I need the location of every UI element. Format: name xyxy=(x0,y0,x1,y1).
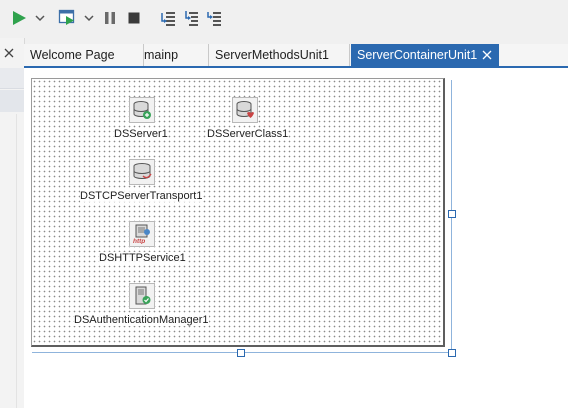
svg-text:http: http xyxy=(133,238,145,244)
stop-icon xyxy=(128,12,140,24)
run-icon xyxy=(13,11,26,25)
tab-servercontainerunit1[interactable]: ServerContainerUnit1 xyxy=(351,44,499,66)
pause-button[interactable] xyxy=(102,10,118,26)
database-class-icon[interactable] xyxy=(232,97,258,123)
data-module-form[interactable]: DSServer1 DSServerClass1 DSTCPServerTran… xyxy=(31,78,445,347)
chevron-down-icon xyxy=(35,15,45,22)
tab-welcome-page[interactable]: Welcome Page xyxy=(24,44,144,66)
run-to-cursor-button[interactable] xyxy=(204,9,224,27)
component-label: DSServer1 xyxy=(114,128,168,140)
close-icon[interactable] xyxy=(2,46,16,60)
component-label: DSAuthenticationManager1 xyxy=(74,314,209,326)
stop-button[interactable] xyxy=(126,10,142,26)
panel-selected-row xyxy=(0,90,24,112)
component-label: DSTCPServerTransport1 xyxy=(80,190,203,202)
step-over-button[interactable] xyxy=(158,9,178,27)
run-to-cursor-icon xyxy=(207,12,221,26)
component-label: DSServerClass1 xyxy=(207,128,289,140)
database-transport-icon[interactable] xyxy=(129,159,155,185)
component-label: DSHTTPService1 xyxy=(99,252,186,264)
form-designer-area: DSServer1 DSServerClass1 DSTCPServerTran… xyxy=(24,68,568,408)
resize-handle-bottom[interactable] xyxy=(237,349,245,357)
tab-label: mainp xyxy=(144,48,179,62)
run-without-debug-dropdown-button[interactable] xyxy=(83,12,95,24)
close-icon[interactable] xyxy=(481,49,493,61)
step-over-icon xyxy=(161,12,175,26)
resize-handle-right[interactable] xyxy=(448,210,456,218)
authentication-manager-icon[interactable] xyxy=(129,283,155,309)
run-button[interactable] xyxy=(10,9,28,27)
trace-into-button[interactable] xyxy=(181,9,201,27)
left-docked-panel xyxy=(0,38,25,408)
chevron-down-icon xyxy=(84,15,94,22)
run-without-debug-icon xyxy=(58,9,75,25)
run-without-debug-button[interactable] xyxy=(57,9,77,27)
tab-label: ServerContainerUnit1 xyxy=(357,48,478,62)
tab-mainp[interactable]: mainp xyxy=(138,44,209,66)
panel-header-band xyxy=(0,68,24,89)
tab-label: ServerMethodsUnit1 xyxy=(215,48,329,62)
resize-handle-corner[interactable] xyxy=(448,349,456,357)
debug-toolbar xyxy=(0,0,568,38)
tab-servermethodsunit1[interactable]: ServerMethodsUnit1 xyxy=(209,44,350,66)
trace-into-icon xyxy=(185,11,198,26)
http-service-icon[interactable]: http xyxy=(129,221,155,247)
tab-label: Welcome Page xyxy=(30,48,115,62)
run-dropdown-button[interactable] xyxy=(34,12,46,24)
database-server-icon[interactable] xyxy=(129,97,155,123)
editor-tab-bar: Welcome Page mainp ServerMethodsUnit1 Se… xyxy=(24,44,568,68)
pause-icon xyxy=(105,12,115,24)
panel-divider xyxy=(16,114,17,408)
